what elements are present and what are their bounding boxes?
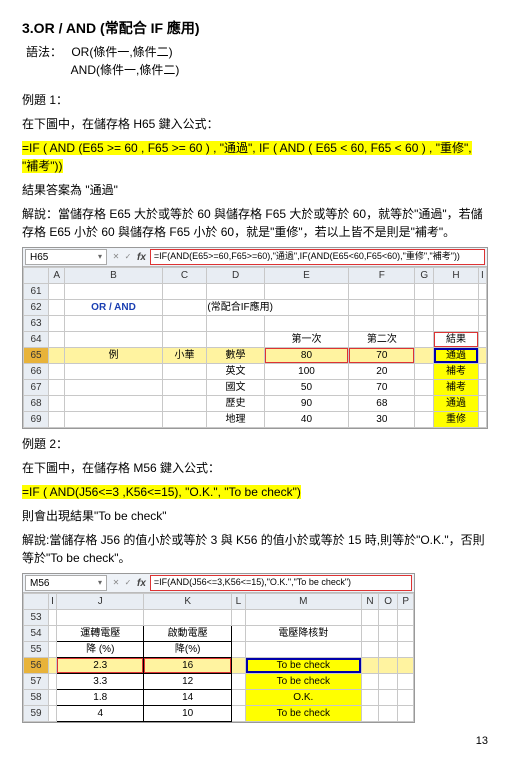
syntax-line-2: AND(條件一,條件二) <box>26 61 488 79</box>
cell-h65-selected: 通過 <box>434 348 479 364</box>
section-header: 3.OR / AND (常配合 IF 應用) <box>22 18 488 39</box>
col-header-row: ABC DEF GHI <box>24 268 487 284</box>
example2-result: 則會出現結果"To be check" <box>22 507 488 525</box>
name-box-2[interactable]: M56▾ <box>25 575 107 591</box>
example1-title: 例題 1： <box>22 91 488 109</box>
syntax-or: OR(條件一,條件二) <box>71 45 172 59</box>
fx-icon[interactable]: fx <box>137 576 146 591</box>
excel-screenshot-1: H65▾ ✕✓ fx =IF(AND(E65>=60,F65>=60),"通過"… <box>22 247 488 429</box>
example2-formula: =IF ( AND(J56<=3 ,K56<=15), "O.K.", "To … <box>22 483 488 501</box>
syntax-and: AND(條件一,條件二) <box>71 63 180 77</box>
syntax-label: 語法： <box>26 43 68 61</box>
formula-bar[interactable]: =IF(AND(E65>=60,F65>=60),"通過",IF(AND(E65… <box>150 249 485 265</box>
example2-explain: 解說:當儲存格 J56 的值小於或等於 3 與 K56 的值小於或等於 15 時… <box>22 531 488 567</box>
example1-intro: 在下圖中，在儲存格 H65 鍵入公式： <box>22 115 488 133</box>
formula-bar-2[interactable]: =IF(AND(J56<=3,K56<=15),"O.K.","To be ch… <box>150 575 413 591</box>
fx-enter-icon: ✓ <box>123 252 133 262</box>
row-65-highlight: 65例小華數學 8070 通過 <box>24 348 487 364</box>
fx-enter-icon: ✓ <box>123 578 133 588</box>
col-header-row-2: IJK LMN OP <box>24 594 414 610</box>
fx-icon[interactable]: fx <box>137 250 146 265</box>
spreadsheet-grid-1[interactable]: ABC DEF GHI 61 62OR / AND(常配合IF應用) 63 64… <box>23 267 487 428</box>
fx-cancel-icon: ✕ <box>111 578 121 588</box>
excel-screenshot-2: M56▾ ✕✓ fx =IF(AND(J56<=3,K56<=15),"O.K.… <box>22 573 415 723</box>
chevron-down-icon: ▾ <box>98 251 102 263</box>
example1-explain: 解說：當儲存格 E65 大於或等於 60 與儲存格 F65 大於或等於 60，就… <box>22 205 488 241</box>
example2-intro: 在下圖中，在儲存格 M56 鍵入公式： <box>22 459 488 477</box>
cell-m56-selected: To be check <box>245 658 361 674</box>
page-number: 13 <box>22 733 488 750</box>
chevron-down-icon: ▾ <box>98 577 102 589</box>
example1-result: 結果答案為 "通過" <box>22 181 488 199</box>
syntax-line-1: 語法： OR(條件一,條件二) <box>26 43 488 61</box>
example1-formula: =IF ( AND (E65 >= 60 , F65 >= 60 ) , "通過… <box>22 139 488 175</box>
formula-bar-row-2: M56▾ ✕✓ fx =IF(AND(J56<=3,K56<=15),"O.K.… <box>23 574 414 593</box>
example2-title: 例題 2： <box>22 435 488 453</box>
formula-bar-row: H65▾ ✕✓ fx =IF(AND(E65>=60,F65>=60),"通過"… <box>23 248 487 267</box>
name-box[interactable]: H65▾ <box>25 249 107 265</box>
spreadsheet-grid-2[interactable]: IJK LMN OP 53 54運轉電壓啟動電壓電壓降核對 55降 (%)降(%… <box>23 593 414 722</box>
row-56-highlight: 56 2.3 16 To be check <box>24 658 414 674</box>
fx-cancel-icon: ✕ <box>111 252 121 262</box>
